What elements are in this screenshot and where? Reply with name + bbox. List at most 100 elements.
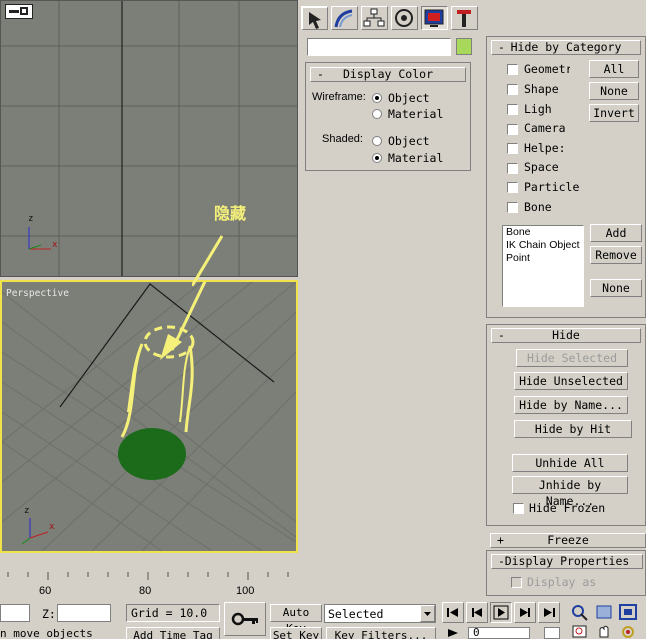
status-bar: Z: Grid = 10.0 Auto Key Selected Set Key… — [0, 599, 646, 639]
hide-by-category-header[interactable]: - Hide by Category — [491, 40, 641, 55]
field-of-view-icon[interactable] — [570, 624, 590, 639]
pan-icon[interactable] — [594, 624, 614, 639]
hide-selected-button[interactable]: Hide Selected — [516, 349, 628, 367]
prompt-line: n move objects — [0, 627, 124, 639]
next-frame-icon[interactable] — [514, 602, 536, 623]
geometry-checkbox[interactable] — [507, 64, 518, 75]
list-item[interactable]: Point — [503, 252, 583, 265]
top-viewport-grid — [1, 1, 297, 276]
hide-unselected-button[interactable]: Hide Unselected — [514, 372, 628, 390]
display-tab-icon[interactable] — [421, 6, 448, 30]
category-none-button[interactable]: None — [589, 82, 639, 100]
category-none2-button[interactable]: None — [590, 279, 642, 297]
hide-by-hit-button[interactable]: Hide by Hit — [514, 420, 632, 438]
top-viewport[interactable]: z x — [0, 0, 298, 277]
perspective-label[interactable]: Perspective — [6, 288, 69, 299]
timeline-tick-80: 80 — [139, 585, 152, 597]
unhide-by-name-button[interactable]: Jnhide by Name... — [512, 476, 628, 508]
helper-label: Helpe: — [524, 141, 566, 155]
key-mode-icon[interactable] — [224, 602, 266, 636]
display-color-header[interactable]: - Display Color — [310, 67, 466, 82]
create-tab-icon[interactable] — [301, 6, 328, 30]
go-to-end-icon[interactable] — [538, 602, 560, 623]
bone-label: Bone — [524, 200, 552, 214]
timeline-tick-60: 60 — [39, 585, 52, 597]
list-item[interactable]: Bone — [503, 226, 583, 239]
grid-readout-text: Grid = 10.0 — [131, 606, 208, 620]
camera-label: Camera — [524, 121, 566, 135]
display-color-rollout: - Display Color Wireframe: Object Materia… — [305, 62, 471, 171]
wireframe-material-radio[interactable] — [372, 109, 382, 119]
geometry-label: Geometr — [524, 62, 570, 76]
arc-rotate-icon[interactable] — [618, 624, 638, 639]
annotation-arrow-upper — [192, 235, 224, 286]
hide-header[interactable]: - Hide — [491, 328, 641, 343]
z-coord-label: Z: — [42, 607, 56, 621]
zoom-all-icon[interactable] — [594, 603, 614, 621]
current-frame-field[interactable]: 0 — [468, 626, 530, 639]
category-invert-button[interactable]: Invert — [589, 104, 639, 122]
category-add-button[interactable]: Add — [590, 224, 642, 242]
previous-frame-icon[interactable] — [466, 602, 488, 623]
freeze-header[interactable]: + Freeze — [490, 533, 646, 548]
hide-rollout: - Hide Hide Selected Hide Unselected Hide… — [486, 324, 646, 526]
object-name-field[interactable] — [307, 38, 451, 56]
zoom-extents-icon[interactable] — [618, 603, 638, 621]
key-mode-toggle-icon[interactable] — [446, 627, 460, 639]
hide-by-category-title: Hide by Category — [510, 40, 622, 54]
bone-checkbox[interactable] — [507, 202, 518, 213]
current-frame-value: 0 — [473, 626, 480, 639]
shape-label: Shape — [524, 82, 559, 96]
top-axis-z-label: z — [28, 214, 34, 224]
display-properties-header[interactable]: - Display Properties — [491, 554, 643, 569]
set-key-button[interactable]: Set Key — [270, 627, 322, 639]
freeze-title: Freeze — [547, 533, 589, 547]
modify-tab-icon[interactable] — [331, 6, 358, 30]
chevron-down-icon[interactable] — [420, 605, 435, 622]
top-axis-x-label: x — [52, 240, 58, 250]
persp-axis-x-label: x — [49, 522, 55, 532]
unhide-all-button[interactable]: Unhide All — [512, 454, 628, 472]
shaded-material-radio[interactable] — [372, 153, 382, 163]
category-all-button[interactable]: All — [589, 60, 639, 78]
persp-axis-z-label: z — [24, 506, 30, 516]
key-filters-button[interactable]: Key Filters... — [326, 627, 436, 639]
wireframe-object-radio[interactable] — [372, 93, 382, 103]
hide-title: Hide — [552, 328, 580, 342]
perspective-viewport[interactable]: Perspective 隐藏 z x — [0, 280, 298, 553]
display-as-checkbox[interactable] — [511, 577, 522, 588]
space-checkbox[interactable] — [507, 163, 518, 174]
light-checkbox[interactable] — [507, 104, 518, 115]
selected-dropdown[interactable]: Selected — [324, 604, 436, 623]
timeline-ticks — [7, 572, 289, 580]
motion-tab-icon[interactable] — [391, 6, 418, 30]
prompt-text: n move objects — [0, 627, 93, 639]
z-coord-field[interactable] — [57, 604, 111, 622]
wireframe-material-label: Material — [388, 107, 444, 121]
display-properties-title: Display Properties — [504, 554, 630, 568]
hide-frozen-label: Hide Frozen — [529, 501, 606, 515]
x-coord-field[interactable] — [0, 604, 30, 622]
time-config-icon[interactable] — [544, 627, 560, 639]
viewport-menu-icon[interactable] — [5, 4, 33, 19]
hierarchy-tab-icon[interactable] — [361, 6, 388, 30]
utilities-tab-icon[interactable] — [451, 6, 478, 30]
shaded-object-radio[interactable] — [372, 136, 382, 146]
camera-checkbox[interactable] — [507, 124, 518, 135]
play-icon[interactable] — [490, 602, 512, 623]
zoom-icon[interactable] — [570, 603, 590, 621]
hide-frozen-checkbox[interactable] — [513, 503, 524, 514]
shape-checkbox[interactable] — [507, 84, 518, 95]
add-time-tag-button[interactable]: Add Time Tag — [126, 627, 220, 639]
particle-checkbox[interactable] — [507, 182, 518, 193]
category-listbox[interactable]: Bone IK Chain Object Point — [502, 225, 584, 307]
category-remove-button[interactable]: Remove — [590, 246, 642, 264]
timeline-track[interactable]: 60 80 100 — [0, 572, 300, 597]
hide-annotation-text: 隐藏 — [214, 206, 247, 223]
helper-checkbox[interactable] — [507, 143, 518, 154]
go-to-start-icon[interactable] — [442, 602, 464, 623]
hide-by-name-button[interactable]: Hide by Name... — [514, 396, 628, 414]
list-item[interactable]: IK Chain Object — [503, 239, 583, 252]
auto-key-button[interactable]: Auto Key — [270, 604, 322, 635]
object-color-swatch[interactable] — [456, 38, 472, 55]
